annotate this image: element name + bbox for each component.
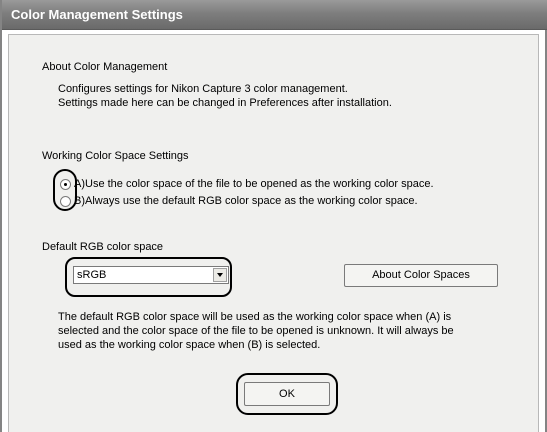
window-title: Color Management Settings	[11, 7, 183, 22]
default-rgb-heading: Default RGB color space	[42, 241, 164, 253]
title-bar[interactable]: Color Management Settings	[2, 0, 547, 30]
radio-b-button[interactable]	[60, 195, 71, 207]
radio-option-b[interactable]: B)Always use the default RGB color space…	[60, 194, 418, 208]
rgb-color-space-select[interactable]: sRGB	[73, 266, 229, 284]
radio-option-a[interactable]: A)Use the color space of the file to be …	[60, 177, 434, 191]
radio-a-button[interactable]	[60, 178, 71, 190]
about-heading: About Color Management	[42, 61, 168, 73]
default-rgb-desc-line-3: used as the working color space when (B)…	[58, 339, 321, 351]
radio-b-label: B)Always use the default RGB color space…	[74, 195, 418, 207]
select-value: sRGB	[77, 269, 107, 281]
working-space-heading: Working Color Space Settings	[42, 150, 189, 162]
chevron-down-icon[interactable]	[213, 268, 227, 282]
radio-a-label: A)Use the color space of the file to be …	[74, 178, 434, 190]
dialog-window: Color Management Settings About Color Ma…	[0, 0, 547, 432]
ok-button[interactable]: OK	[244, 382, 330, 406]
about-line-1: Configures settings for Nikon Capture 3 …	[58, 83, 348, 95]
default-rgb-desc-line-2: selected and the color space of the file…	[58, 325, 454, 337]
about-color-spaces-button[interactable]: About Color Spaces	[344, 264, 498, 287]
default-rgb-desc-line-1: The default RGB color space will be used…	[58, 311, 452, 323]
about-line-2: Settings made here can be changed in Pre…	[58, 97, 392, 109]
